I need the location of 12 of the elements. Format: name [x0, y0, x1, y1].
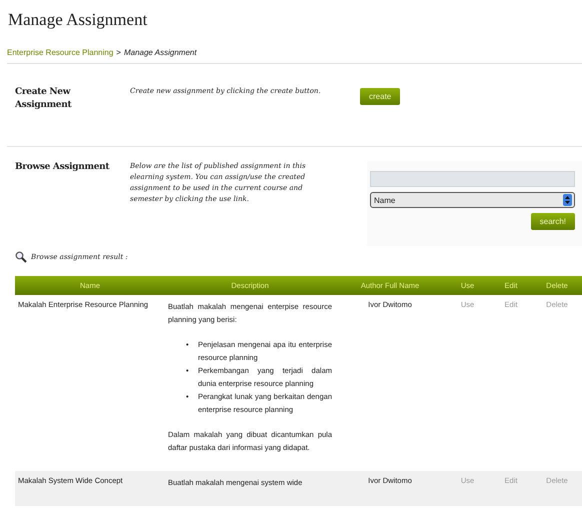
section-heading: Create New Assignment [15, 86, 72, 112]
filter-select[interactable]: Name [370, 192, 575, 208]
select-arrows-icon [563, 194, 572, 206]
breadcrumb-current: Manage Assignment [124, 48, 197, 57]
page-title: Manage Assignment [7, 9, 148, 30]
create-button[interactable]: create [360, 88, 400, 105]
section-heading: Browse Assignment [15, 161, 110, 174]
search-button[interactable]: search! [530, 213, 575, 230]
breadcrumb-separator: > [116, 48, 121, 57]
search-field[interactable] [370, 171, 575, 187]
search-icon [15, 251, 27, 263]
breadcrumb-link[interactable]: Enterprise Resource Planning [7, 48, 114, 57]
